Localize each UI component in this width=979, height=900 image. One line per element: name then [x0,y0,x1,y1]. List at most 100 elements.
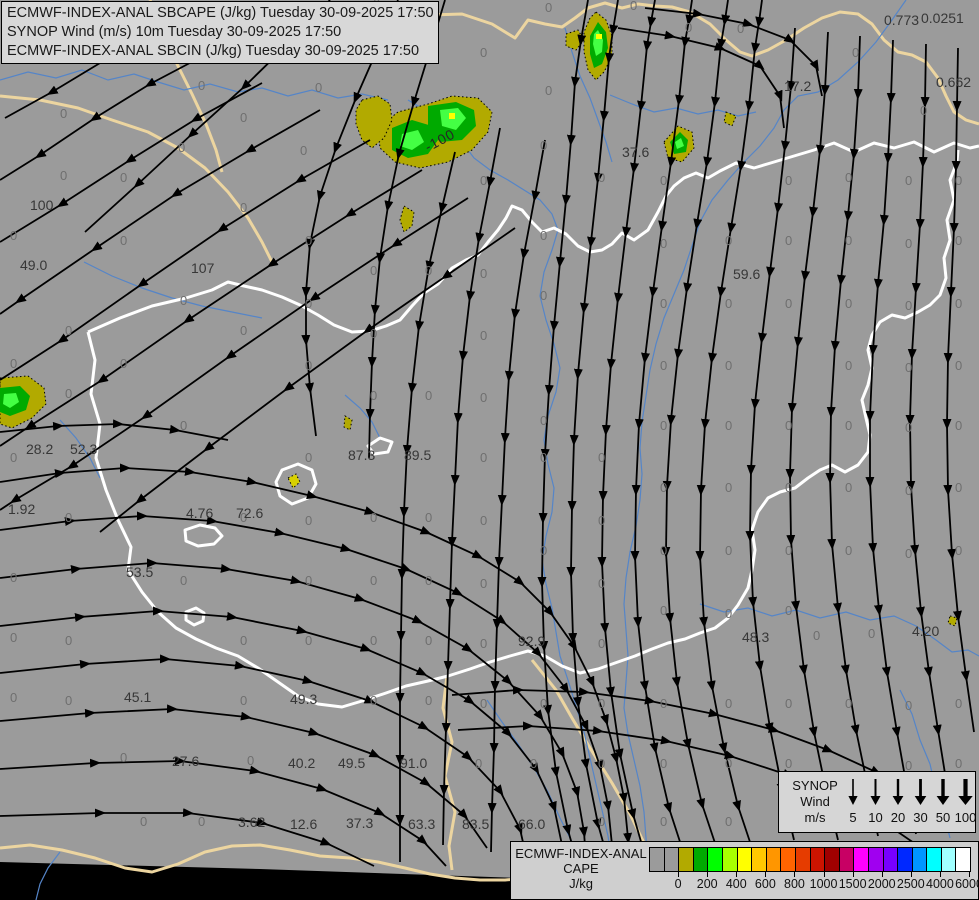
cape-legend-line2: CAPE [563,861,599,876]
wind-streamline [0,139,371,381]
cape-legend-title: ECMWF-INDEX-ANAL CAPE J/kg [515,846,647,891]
cape-tick-label: 600 [754,877,776,891]
wind-legend-line2: Wind [800,794,830,809]
station-zero-label: 0 [425,388,432,403]
station-zero-label: 0 [65,633,72,648]
cape-tick-label: 6000 [955,877,979,891]
station-zero-label: 0 [660,236,667,251]
cape-tick-label: 200 [696,877,718,891]
station-zero-label: 0 [955,480,962,495]
station-zero-label: 0 [725,296,732,311]
station-value-label: 49.0 [20,257,47,273]
cape-tick-label: 4000 [926,877,954,891]
station-zero-label: 0 [905,483,912,498]
station-zero-label: 0 [955,296,962,311]
station-zero-label: 0 [65,323,72,338]
station-value-label: 37.6 [622,144,649,160]
station-zero-label: 0 [10,690,17,705]
station-zero-label: 0 [370,510,377,525]
station-zero-label: 0 [845,296,852,311]
cape-color-cell [825,848,840,871]
station-value-label: 27.6 [172,753,199,769]
wind-legend-title: SYNOP Wind m/s [789,778,841,826]
station-zero-label: 0 [540,696,547,711]
station-zero-label: 0 [725,233,732,248]
cape-color-cell [839,848,855,871]
station-zero-label: 0 [598,450,605,465]
cape-blob [947,615,958,627]
station-zero-label: 0 [305,358,312,373]
station-zero-label: 0 [845,696,852,711]
wind-legend-line1: SYNOP [792,778,838,793]
station-zero-label: 0 [198,78,205,93]
station-value-label: 66.0 [518,816,545,832]
station-zero-label: 0 [845,418,852,433]
station-zero-label: 0 [370,693,377,708]
wind-legend: SYNOP Wind m/s 5 10 20 30 50 100 [778,771,976,833]
station-zero-label: 0 [785,603,792,618]
station-value-label: 45.1 [124,689,151,705]
station-zero-label: 0 [955,173,962,188]
cape-color-cell [868,848,884,871]
station-zero-label: 0 [65,510,72,525]
station-zero-label: 0 [10,570,17,585]
station-zero-label: 0 [905,420,912,435]
station-zero-label: 0 [370,263,377,278]
map-title-box: ECMWF-INDEX-ANAL SBCAPE (J/kg) Tuesday 3… [1,1,439,64]
station-zero-label: 0 [725,606,732,621]
cape-color-cell [752,848,767,871]
wind-streamline [0,197,469,511]
station-zero-label: 0 [540,413,547,428]
station-zero-label: 0 [425,573,432,588]
station-zero-label: 0 [630,0,637,13]
wind-arrow-head [958,796,973,805]
station-zero-label: 0 [660,173,667,188]
rivers-group [0,0,979,900]
station-zero-label: 0 [905,546,912,561]
wind-speed-label: 5 [849,810,856,825]
wind-arrow-head [848,796,858,805]
cape-tick-label: 0 [674,877,682,891]
station-value-label: 89.5 [404,447,431,463]
station-value-label: 49.5 [338,755,365,771]
station-zero-label: 0 [868,626,875,641]
cape-tick-label: 2500 [896,877,925,891]
cape-color-cell [650,848,665,871]
station-zero-label: 0 [60,168,67,183]
station-zero-label: 0 [845,480,852,495]
station-zero-label: 0 [845,543,852,558]
station-zero-label: 0 [425,510,432,525]
river [609,94,757,117]
station-zero-label: 0 [598,756,605,771]
station-zero-label: 0 [370,633,377,648]
station-zero-label: 0 [660,696,667,711]
cape-legend-line3: J/kg [569,876,593,891]
station-zero-label: 0 [785,418,792,433]
cape-tick-label: 1000 [809,877,838,891]
station-zero-label: 0 [10,228,17,243]
cape-color-cell [883,848,899,871]
station-zero-label: 0 [120,750,127,765]
station-zero-label: 0 [660,480,667,495]
cape-tick-label: 400 [725,877,747,891]
station-zero-label: 0 [480,328,487,343]
map-canvas: 0 0 0 0 0 0 0 0 0 0 0 0 0 0 0 0 0 0 0 0 0 0 0 0 0 0 0 0 0 0 0 0 0 0 0 0 0 0 0 0… [0,0,979,900]
cape-blob [449,113,455,119]
wind-streamline [942,47,975,733]
wind-speed-label: 50 [936,810,950,825]
wind-streamline [537,0,589,867]
station-zero-label: 0 [305,513,312,528]
station-zero-label: 0 [920,103,927,118]
station-zero-label: 0 [785,480,792,495]
station-zero-label: 0 [240,110,247,125]
cape-blob [399,205,415,233]
cape-tick-label: 800 [784,877,805,891]
cape-color-legend: ECMWF-INDEX-ANAL CAPE J/kg 0 200 400 600 800… [510,841,979,900]
station-zero-label: 0 [370,573,377,588]
title-line-sbcin: ECMWF-INDEX-ANAL SBCIN (J/kg) Tuesday 30… [7,43,420,59]
contour-labels-group: -100-100 [0,125,458,393]
station-zero-label: 0 [305,296,312,311]
station-zero-label: 0 [598,814,605,829]
station-zero-label: 0 [785,233,792,248]
station-zero-label: 0 [725,543,732,558]
